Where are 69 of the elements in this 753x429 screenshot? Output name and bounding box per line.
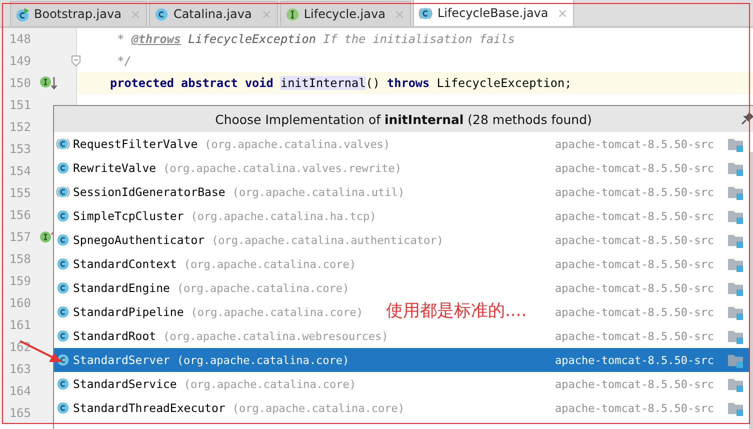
doc-tag: @throws <box>131 32 182 46</box>
tab-label: Bootstrap.java <box>34 7 122 21</box>
package-name: (org.apache.catalina.core) <box>184 258 356 270</box>
code-comment: * <box>116 32 126 46</box>
module-name: apache-tomcat-8.5.50-src <box>555 378 715 390</box>
line-number: 155 <box>8 186 31 200</box>
keyword: throws <box>387 76 430 90</box>
module-name: apache-tomcat-8.5.50-src <box>555 186 715 198</box>
line-number: 153 <box>8 142 31 156</box>
package-name: (org.apache.catalina.core) <box>184 378 356 390</box>
module-name: apache-tomcat-8.5.50-src <box>555 306 715 318</box>
class-name: SimpleTcpCluster <box>73 209 184 223</box>
class-name: RequestFilterValve <box>73 137 198 151</box>
class-name: StandardRoot <box>73 329 156 343</box>
module-name: apache-tomcat-8.5.50-src <box>555 210 715 222</box>
line-number: 157 <box>8 230 31 244</box>
package-name: (org.apache.catalina.core) <box>176 282 350 294</box>
package-name: (org.apache.catalina.util) <box>232 186 405 198</box>
class-name: SessionIdGeneratorBase <box>73 185 226 199</box>
keyword: protected abstract void <box>110 76 274 90</box>
package-name: (org.apache.catalina.authenticator) <box>212 234 444 246</box>
line-number: 149 <box>8 54 31 68</box>
module-name: apache-tomcat-8.5.50-src <box>555 282 715 294</box>
line-number: 160 <box>8 296 31 310</box>
line-number: 161 <box>8 318 31 332</box>
line-number: 148 <box>8 32 31 46</box>
line-number: 150 <box>8 76 31 90</box>
code-comment: LifecycleException <box>187 32 316 46</box>
line-number: 156 <box>8 208 31 222</box>
package-name: (org.apache.catalina.core) <box>176 354 350 366</box>
package-name: (org.apache.catalina.ha.tcp) <box>190 210 376 222</box>
class-name: StandardServer <box>73 353 170 367</box>
line-number: 159 <box>8 274 31 288</box>
module-name: apache-tomcat-8.5.50-src <box>555 330 715 342</box>
line-number: 165 <box>8 406 31 420</box>
code-comment: If the initialisation fails <box>322 32 515 46</box>
class-name: StandardService <box>73 377 177 391</box>
tab-label: Catalina.java <box>173 7 252 21</box>
package-name: (org.apache.catalina.valves.rewrite) <box>163 162 402 174</box>
module-name: apache-tomcat-8.5.50-src <box>555 138 715 150</box>
package-name: (org.apache.catalina.core) <box>232 402 405 414</box>
class-name: StandardContext <box>73 257 177 271</box>
module-name: apache-tomcat-8.5.50-src <box>555 402 715 414</box>
line-number: 152 <box>8 120 31 134</box>
package-name: (org.apache.catalina.webresources) <box>163 330 388 342</box>
package-name: (org.apache.catalina.valves) <box>204 138 390 150</box>
class-name: SpnegoAuthenticator <box>73 233 205 247</box>
line-number: 163 <box>8 362 31 376</box>
method-name: initInternal <box>280 76 366 90</box>
module-name: apache-tomcat-8.5.50-src <box>555 162 715 174</box>
line-number: 151 <box>8 98 31 112</box>
line-number: 164 <box>8 384 31 398</box>
annotation-overlay: 使用都是标准的.... <box>386 303 527 320</box>
package-name: (org.apache.catalina.core) <box>190 306 363 318</box>
line-number: 158 <box>8 252 31 266</box>
module-name: apache-tomcat-8.5.50-src <box>555 234 715 246</box>
class-name: StandardEngine <box>73 281 170 295</box>
code-text: LifecycleException; <box>436 76 572 90</box>
code-comment: */ <box>116 54 132 68</box>
class-name: RewriteValve <box>73 161 156 175</box>
tab-label: Lifecycle.java <box>304 7 386 21</box>
class-name: StandardPipeline <box>73 305 184 319</box>
class-name: StandardThreadExecutor <box>73 401 226 415</box>
module-name: apache-tomcat-8.5.50-src <box>555 258 715 270</box>
popup-title: Choose Implementation of initInternal (28 methods found) <box>215 112 592 126</box>
code-text: () <box>366 76 381 90</box>
line-number: 154 <box>8 164 31 178</box>
module-name: apache-tomcat-8.5.50-src <box>555 354 715 366</box>
tab-label: LifecycleBase.java <box>437 6 548 20</box>
